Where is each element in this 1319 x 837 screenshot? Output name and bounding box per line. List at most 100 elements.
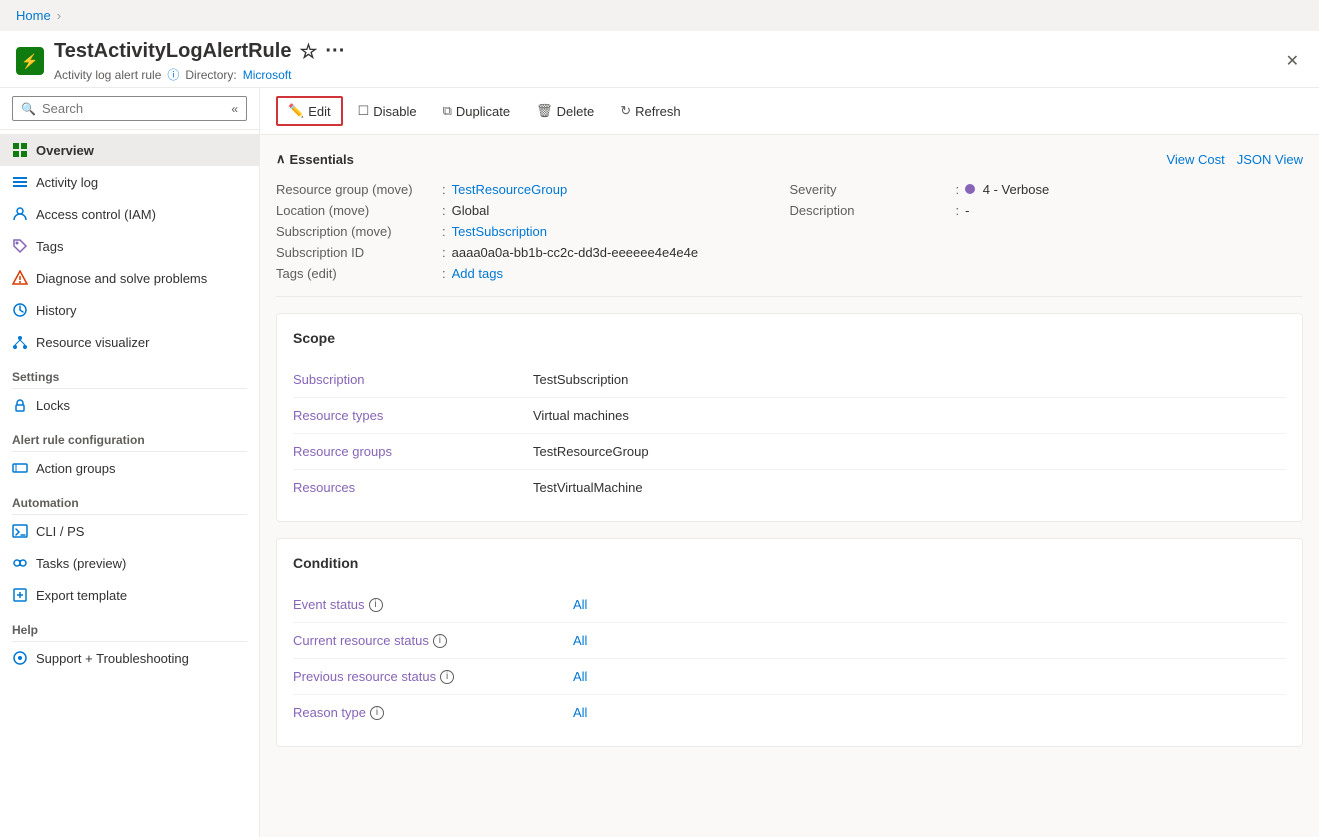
sidebar-item-cli-ps[interactable]: CLI / PS	[0, 515, 259, 547]
delete-icon: 🗑	[536, 103, 553, 119]
sidebar-item-support[interactable]: Support + Troubleshooting	[0, 642, 259, 674]
resource-icon: ⚡	[16, 47, 44, 75]
sidebar-search-area: 🔍 «	[0, 88, 259, 130]
sidebar-item-action-groups[interactable]: Action groups	[0, 452, 259, 484]
delete-button[interactable]: 🗑 Delete	[525, 97, 605, 125]
reason-type-info-icon: i	[370, 706, 384, 720]
resource-subtitle: Activity log alert rule ⓘ Directory: Mic…	[54, 66, 1282, 83]
scope-card: Scope Subscription TestSubscription Reso…	[276, 313, 1303, 522]
refresh-icon: ↻	[620, 103, 631, 119]
sidebar-item-history[interactable]: History	[0, 294, 259, 326]
directory-label: Directory:	[185, 68, 236, 82]
tasks-label: Tasks (preview)	[36, 556, 126, 571]
subscription-id-row: Subscription ID : aaaa0a0a-bb1b-cc2c-dd3…	[276, 242, 790, 263]
view-cost-link[interactable]: View Cost	[1166, 152, 1224, 167]
scope-table: Subscription TestSubscription Resource t…	[293, 362, 1286, 505]
close-button[interactable]: ✕	[1282, 47, 1303, 75]
scope-card-title: Scope	[293, 330, 1286, 346]
breadcrumb: Home ›	[0, 0, 1319, 31]
content-scroll-area: ∧ Essentials View Cost JSON View Resour	[260, 135, 1319, 837]
location-move-link[interactable]: (move)	[329, 203, 369, 218]
current-resource-status-value: All	[573, 633, 587, 648]
breadcrumb-chevron: ›	[57, 8, 61, 23]
sidebar-item-resource-visualizer[interactable]: Resource visualizer	[0, 326, 259, 358]
add-tags-link[interactable]: Add tags	[452, 266, 503, 281]
scope-resources-value: TestVirtualMachine	[533, 480, 643, 495]
sidebar-item-overview[interactable]: Overview	[0, 134, 259, 166]
sidebar-item-export-template[interactable]: Export template	[0, 579, 259, 611]
previous-resource-status-label: Previous resource status i	[293, 669, 573, 684]
location-value: Global	[452, 203, 490, 218]
scope-resource-groups-label: Resource groups	[293, 444, 533, 459]
action-groups-label: Action groups	[36, 461, 116, 476]
star-icon[interactable]: ☆	[299, 39, 317, 64]
help-section-label: Help	[0, 611, 259, 641]
sidebar-item-locks[interactable]: Locks	[0, 389, 259, 421]
resource-group-value: TestResourceGroup	[452, 182, 568, 197]
sidebar-item-diagnose[interactable]: Diagnose and solve problems	[0, 262, 259, 294]
resource-group-move-link[interactable]: (move)	[372, 182, 412, 197]
scope-resource-groups-value: TestResourceGroup	[533, 444, 649, 459]
json-view-link[interactable]: JSON View	[1237, 152, 1303, 167]
sidebar: 🔍 « Overview Activity log	[0, 88, 260, 837]
subscription-link[interactable]: TestSubscription	[452, 224, 547, 239]
page-header: ⚡ TestActivityLogAlertRule ☆ ··· Activit…	[0, 31, 1319, 88]
header-title-area: TestActivityLogAlertRule ☆ ··· Activity …	[54, 39, 1282, 83]
subscription-value: TestSubscription	[452, 224, 547, 239]
diagnose-label: Diagnose and solve problems	[36, 271, 207, 286]
duplicate-button[interactable]: ⧉ Duplicate	[432, 97, 522, 125]
subscription-id-label: Subscription ID	[276, 245, 436, 260]
essentials-right-col: Severity : 4 - Verbose Description :	[790, 179, 1304, 284]
reason-type-row: Reason type i All	[293, 695, 1286, 730]
sidebar-item-tasks[interactable]: Tasks (preview)	[0, 547, 259, 579]
subscription-move-link[interactable]: (move)	[351, 224, 391, 239]
severity-dot	[965, 184, 975, 194]
history-icon	[12, 302, 28, 318]
current-resource-status-label: Current resource status i	[293, 633, 573, 648]
scope-resource-groups-row: Resource groups TestResourceGroup	[293, 434, 1286, 470]
sidebar-item-tags[interactable]: Tags	[0, 230, 259, 262]
search-box[interactable]: 🔍 «	[12, 96, 247, 121]
resource-group-link[interactable]: TestResourceGroup	[452, 182, 568, 197]
locks-label: Locks	[36, 398, 70, 413]
edit-button[interactable]: ✏️ Edit	[276, 96, 343, 126]
essentials-title: ∧ Essentials	[276, 151, 354, 167]
locks-icon	[12, 397, 28, 413]
toolbar: ✏️ Edit ☐ Disable ⧉ Duplicate 🗑 Delete ↻	[260, 88, 1319, 135]
search-input[interactable]	[42, 101, 225, 116]
previous-resource-status-info-icon: i	[440, 670, 454, 684]
tags-value: Add tags	[452, 266, 503, 281]
breadcrumb-home[interactable]: Home	[16, 8, 51, 23]
scope-subscription-row: Subscription TestSubscription	[293, 362, 1286, 398]
automation-section-label: Automation	[0, 484, 259, 514]
event-status-label: Event status i	[293, 597, 573, 612]
reason-type-value: All	[573, 705, 587, 720]
essentials-chevron: ∧	[276, 151, 286, 167]
sidebar-nav: Overview Activity log Access control (IA…	[0, 130, 259, 837]
sidebar-item-access-control[interactable]: Access control (IAM)	[0, 198, 259, 230]
sidebar-item-activity-log[interactable]: Activity log	[0, 166, 259, 198]
export-template-icon	[12, 587, 28, 603]
history-label: History	[36, 303, 76, 318]
reason-type-label: Reason type i	[293, 705, 573, 720]
previous-resource-status-row: Previous resource status i All	[293, 659, 1286, 695]
duplicate-icon: ⧉	[443, 103, 452, 119]
resource-group-row: Resource group (move) : TestResourceGrou…	[276, 179, 790, 200]
more-icon[interactable]: ···	[325, 40, 345, 63]
access-control-icon	[12, 206, 28, 222]
tags-label: Tags (edit)	[276, 266, 436, 281]
action-groups-icon	[12, 460, 28, 476]
subscription-id-value: aaaa0a0a-bb1b-cc2c-dd3d-eeeeee4e4e4e	[452, 245, 699, 260]
scope-subscription-value: TestSubscription	[533, 372, 628, 387]
activity-log-label: Activity log	[36, 175, 98, 190]
access-control-label: Access control (IAM)	[36, 207, 156, 222]
support-label: Support + Troubleshooting	[36, 651, 189, 666]
location-label: Location (move)	[276, 203, 436, 218]
disable-button[interactable]: ☐ Disable	[347, 97, 428, 125]
search-icon: 🔍	[21, 102, 36, 116]
refresh-button[interactable]: ↻ Refresh	[609, 97, 691, 125]
diagnose-icon	[12, 270, 28, 286]
resource-name: TestActivityLogAlertRule	[54, 40, 291, 63]
tags-edit-link[interactable]: (edit)	[307, 266, 337, 281]
collapse-icon[interactable]: «	[231, 102, 238, 116]
